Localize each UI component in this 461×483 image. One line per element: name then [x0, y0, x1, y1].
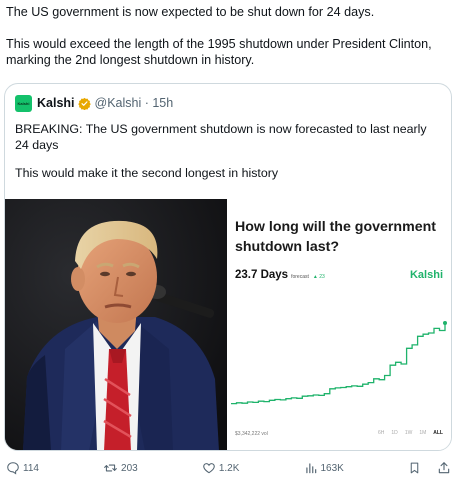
volume-label: $3,342,222 vol: [235, 431, 268, 437]
quoted-paragraph: BREAKING: The US government shutdown is …: [15, 122, 427, 152]
author-name[interactable]: Kalshi: [37, 96, 75, 110]
author-handle-time[interactable]: @Kalshi · 15h: [95, 96, 174, 110]
forecast-series-line: [231, 323, 446, 405]
tweet-text: The US government is now expected to be …: [6, 4, 456, 68]
views-count: 163K: [320, 462, 344, 474]
share-icon[interactable]: [437, 461, 451, 475]
range-tab-1d[interactable]: 1D: [391, 430, 397, 436]
repost-count: 203: [121, 462, 138, 474]
reply-button[interactable]: 114: [6, 461, 39, 475]
quoted-tweet-header: Kalshi Kalshi @Kalshi · 15h: [15, 94, 174, 112]
tweet-actions-right: [408, 461, 451, 475]
market-title: How long will the government shutdown la…: [235, 219, 436, 255]
range-tabs: 6H 1D 1W 1M ALL: [378, 430, 443, 436]
range-tab-1w[interactable]: 1W: [405, 430, 413, 436]
bookmark-icon[interactable]: [408, 461, 421, 475]
kalshi-logo: Kalshi: [409, 269, 443, 281]
forecast-value: 23.7 Days forecast ▲ 23: [235, 269, 325, 281]
forecast-line-chart: [231, 321, 447, 405]
tweet-actions: 114 203 1.2K 163K: [6, 460, 451, 476]
portrait-photo[interactable]: [5, 199, 227, 450]
portrait-illustration: [5, 199, 227, 450]
like-button[interactable]: 1.2K: [202, 461, 240, 475]
views-button[interactable]: 163K: [304, 461, 344, 475]
like-count: 1.2K: [218, 462, 240, 474]
views-icon: [305, 463, 316, 474]
range-tab-all[interactable]: ALL: [433, 430, 443, 436]
avatar-logo-text: Kalshi: [17, 100, 30, 106]
quoted-tweet-text: BREAKING: The US government shutdown is …: [15, 121, 440, 193]
verified-badge-icon: [77, 97, 91, 110]
forecast-days: 23.7 Days: [235, 269, 289, 281]
quoted-media[interactable]: How long will the government shutdown la…: [5, 199, 451, 450]
forecast-label: forecast: [291, 274, 309, 280]
tweet-paragraph: The US government is now expected to be …: [6, 5, 375, 19]
tweet-paragraph: This would exceed the length of the 1995…: [6, 37, 432, 67]
repost-button[interactable]: 203: [103, 461, 138, 475]
quoted-tweet-card[interactable]: Kalshi Kalshi @Kalshi · 15h BREAKING: Th…: [4, 83, 452, 451]
avatar[interactable]: Kalshi: [15, 94, 32, 112]
market-chart-card[interactable]: How long will the government shutdown la…: [227, 199, 451, 450]
forecast-delta: ▲ 23: [312, 274, 325, 280]
repost-icon: [104, 464, 117, 472]
quoted-paragraph: This would make it the second longest in…: [15, 166, 279, 180]
range-tab-1m[interactable]: 1M: [419, 430, 426, 436]
heart-icon: [203, 463, 215, 474]
range-tab-6h[interactable]: 6H: [378, 430, 384, 436]
reply-count: 114: [23, 462, 39, 474]
forecast-latest-point: [443, 321, 447, 326]
reply-icon: [7, 462, 19, 475]
